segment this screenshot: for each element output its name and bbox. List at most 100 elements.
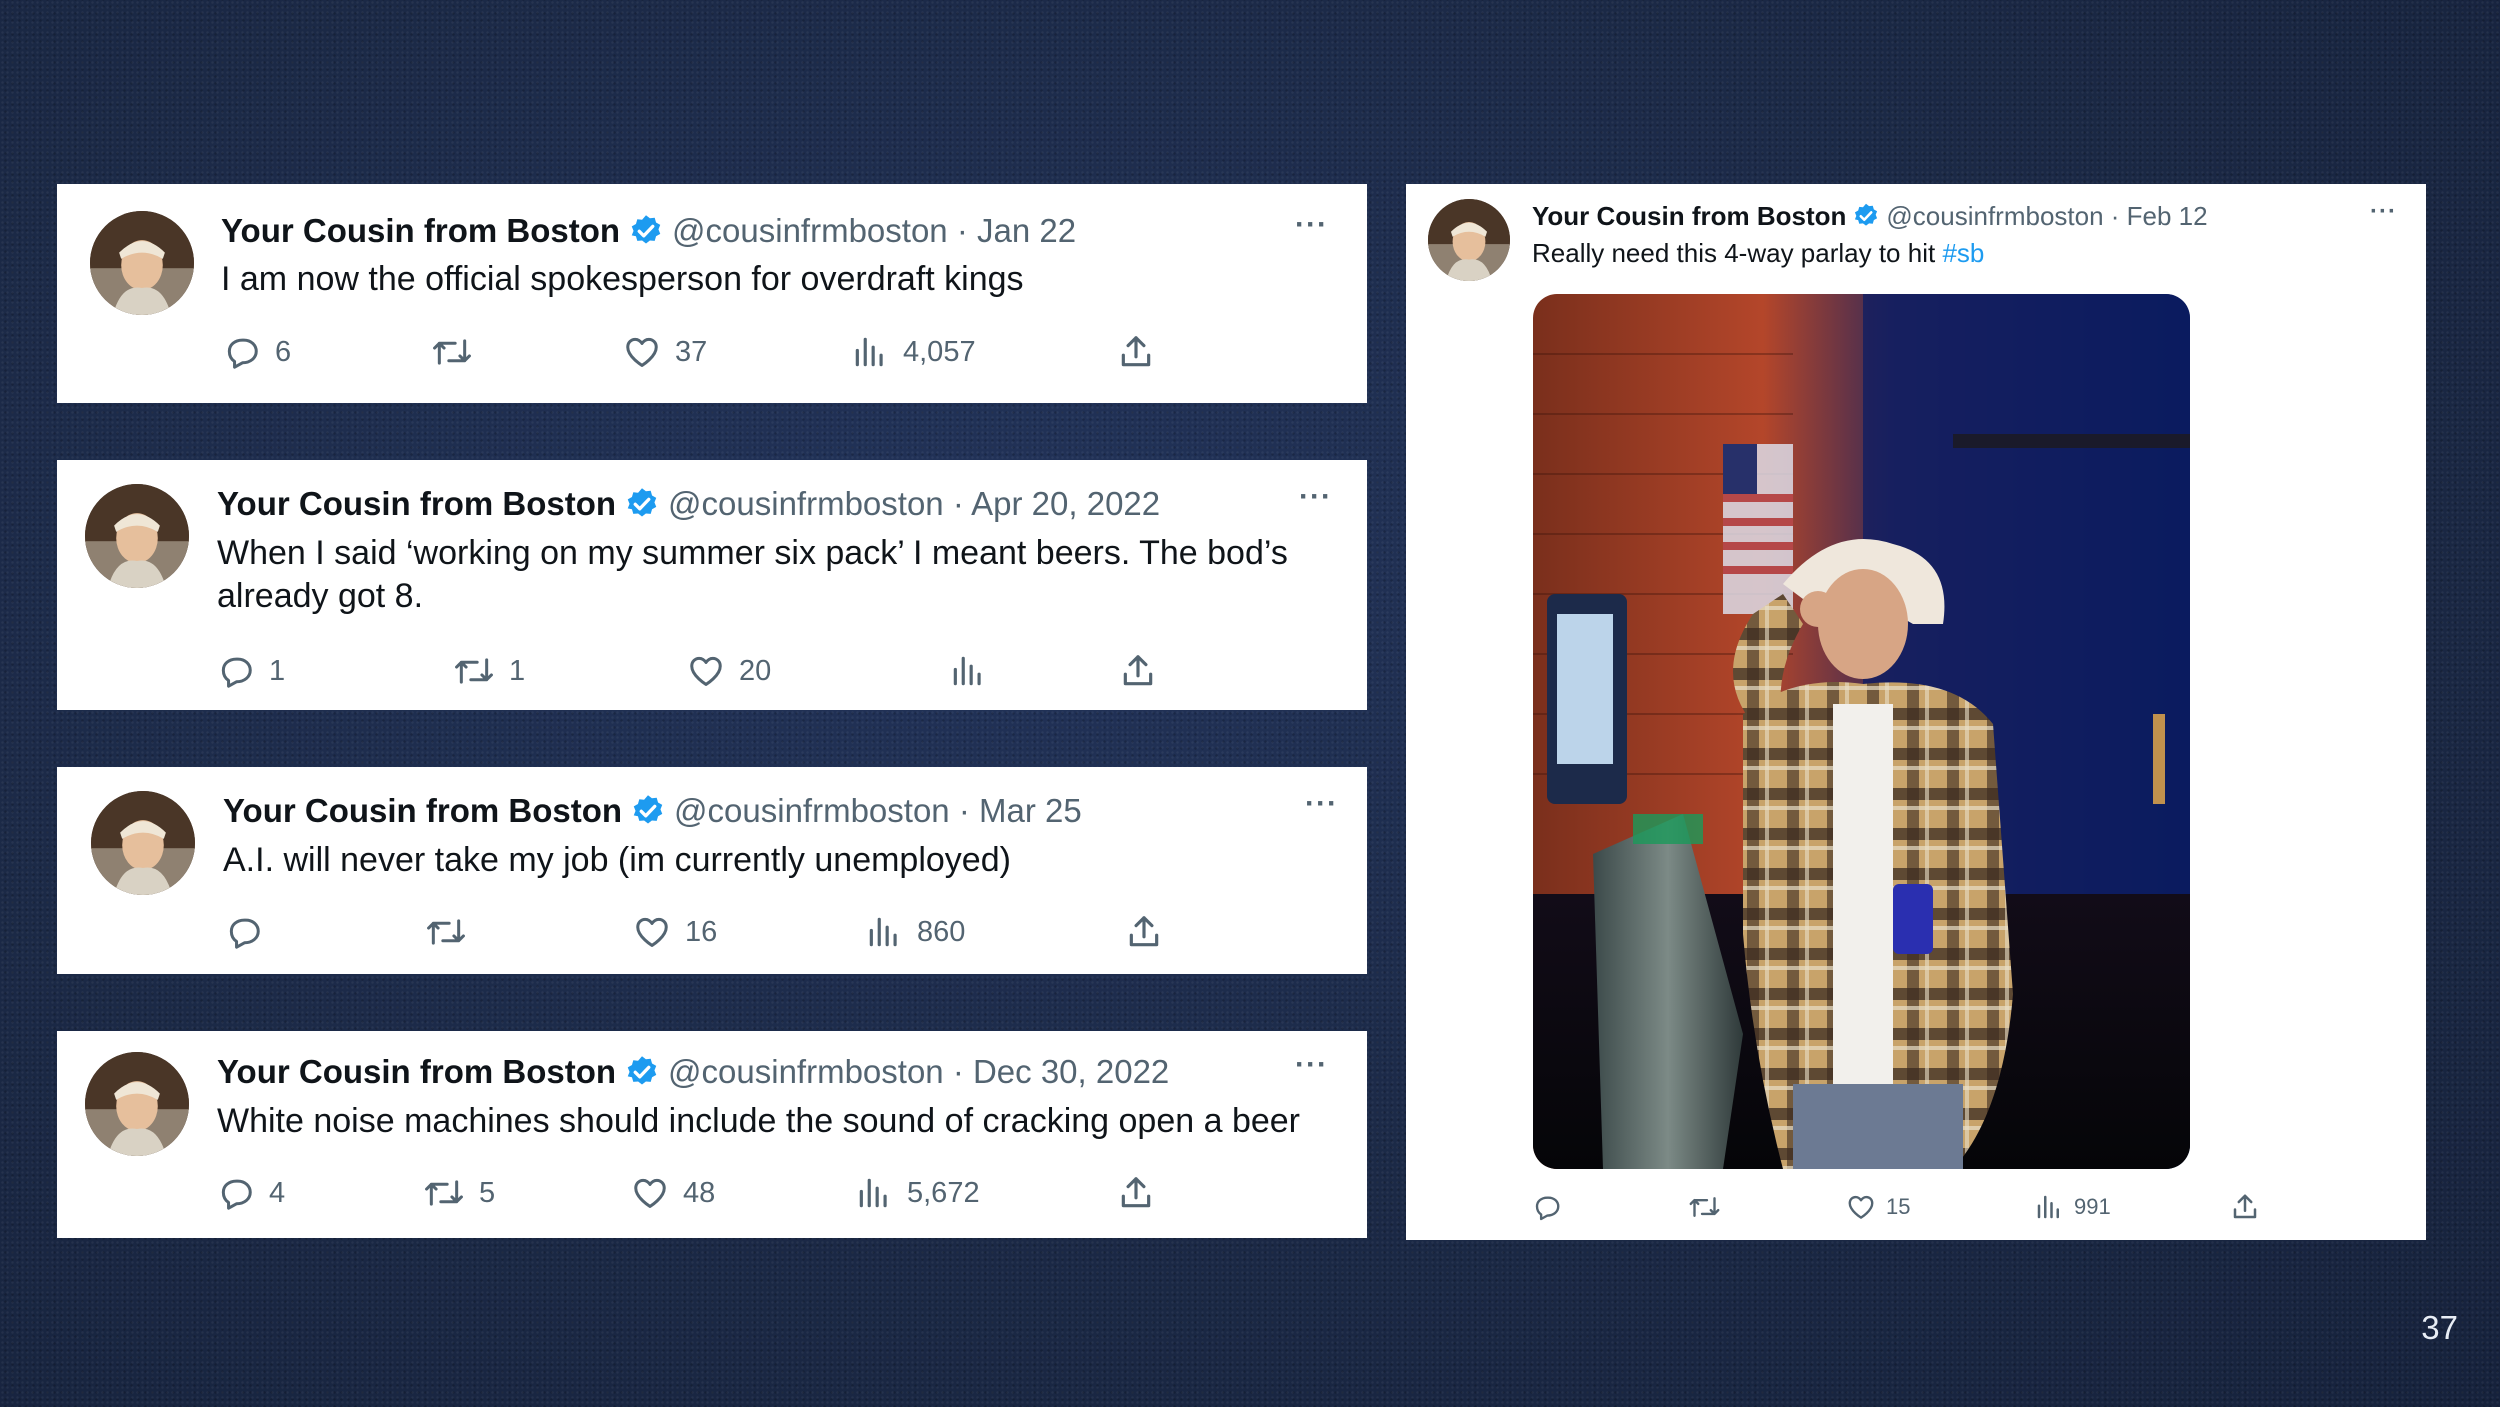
avatar[interactable] — [91, 791, 195, 895]
retweet-button[interactable] — [431, 330, 487, 374]
share-button[interactable] — [1117, 1171, 1155, 1215]
handle-and-date[interactable]: @cousinfrmboston · Apr 20, 2022 — [668, 485, 1160, 523]
slide-page-number: 37 — [2421, 1309, 2458, 1346]
more-dots-icon[interactable]: ··· — [1295, 208, 1328, 242]
verified-badge-icon — [628, 213, 664, 249]
tweet-card[interactable]: Your Cousin from Boston @cousinfrmboston… — [57, 460, 1367, 710]
views-icon — [2034, 1192, 2064, 1222]
like-button[interactable]: 20 — [687, 649, 771, 693]
reply-icon — [225, 913, 263, 951]
views-count: 4,057 — [903, 335, 976, 368]
like-count: 37 — [675, 335, 708, 368]
heart-icon — [687, 652, 725, 690]
reply-count: 1 — [269, 654, 286, 687]
views-button[interactable] — [949, 649, 1001, 693]
more-dots-icon[interactable]: ··· — [1305, 787, 1338, 821]
views-button[interactable]: 991 — [2034, 1190, 2111, 1224]
share-button[interactable] — [1119, 649, 1157, 693]
tweet-text-line: already got 8. — [217, 577, 424, 616]
reply-icon — [217, 1174, 255, 1212]
avatar[interactable] — [1428, 199, 1510, 281]
retweet-button[interactable]: 5 — [423, 1171, 495, 1215]
reply-count: 4 — [269, 1176, 286, 1209]
hashtag-link[interactable]: #sb — [1942, 238, 1984, 268]
views-count: 860 — [917, 915, 966, 948]
reply-icon — [223, 333, 261, 371]
views-count: 991 — [2074, 1194, 2111, 1219]
share-button[interactable] — [1117, 330, 1155, 374]
tweet-card-with-photo[interactable]: Your Cousin from Boston @cousinfrmboston… — [1406, 184, 2426, 1240]
views-button[interactable]: 860 — [865, 910, 965, 954]
views-icon — [865, 913, 903, 951]
tweet-header: Your Cousin from Boston @cousinfrmboston… — [217, 482, 1160, 526]
like-count: 15 — [1886, 1194, 1911, 1219]
share-button[interactable] — [2230, 1190, 2260, 1224]
reply-count: 6 — [275, 335, 292, 368]
reply-button[interactable]: 1 — [217, 649, 285, 693]
handle-and-date[interactable]: @cousinfrmboston · Feb 12 — [1886, 201, 2207, 232]
retweet-button[interactable] — [1688, 1190, 1731, 1224]
reply-button[interactable]: 4 — [217, 1171, 285, 1215]
share-icon — [1117, 1174, 1155, 1212]
share-icon — [2230, 1192, 2260, 1222]
handle-and-date[interactable]: @cousinfrmboston · Jan 22 — [672, 212, 1076, 250]
author-name[interactable]: Your Cousin from Boston — [223, 792, 622, 830]
share-button[interactable] — [1125, 910, 1163, 954]
views-icon — [851, 333, 889, 371]
retweet-icon — [453, 652, 495, 690]
verified-badge-icon — [624, 1054, 660, 1090]
avatar[interactable] — [85, 1052, 189, 1156]
retweet-icon — [1688, 1192, 1721, 1222]
reply-button[interactable]: 6 — [223, 330, 291, 374]
verified-badge-icon — [630, 793, 666, 829]
views-icon — [855, 1174, 893, 1212]
tweet-text: A.I. will never take my job (im currentl… — [223, 841, 1011, 879]
like-count: 16 — [685, 915, 718, 948]
retweet-count: 1 — [509, 654, 526, 687]
like-button[interactable]: 16 — [633, 910, 717, 954]
author-name[interactable]: Your Cousin from Boston — [217, 485, 616, 523]
tweet-text: Really need this 4-way parlay to hit #sb — [1532, 237, 1984, 270]
more-dots-icon[interactable]: ··· — [1295, 1048, 1328, 1082]
tweet-card[interactable]: Your Cousin from Boston @cousinfrmboston… — [57, 1031, 1367, 1238]
handle-and-date[interactable]: @cousinfrmboston · Dec 30, 2022 — [668, 1053, 1169, 1091]
reply-icon — [1532, 1192, 1562, 1222]
tweet-photo[interactable] — [1533, 294, 2190, 1169]
tweet-header: Your Cousin from Boston @cousinfrmboston… — [221, 209, 1076, 253]
more-dots-icon[interactable]: ··· — [1299, 480, 1332, 514]
retweet-button[interactable]: 1 — [453, 649, 525, 693]
heart-icon — [631, 1174, 669, 1212]
reply-button[interactable] — [225, 910, 277, 954]
tweet-text: When I said ‘working on my summer six pa… — [217, 532, 1288, 618]
like-button[interactable]: 37 — [623, 330, 707, 374]
reply-button[interactable] — [1532, 1190, 1572, 1224]
like-button[interactable]: 15 — [1846, 1190, 1910, 1224]
verified-badge-icon — [1852, 202, 1880, 230]
tweet-text-body: Really need this 4-way parlay to hit — [1532, 238, 1943, 268]
views-button[interactable]: 4,057 — [851, 330, 976, 374]
tweet-card[interactable]: Your Cousin from Boston @cousinfrmboston… — [57, 767, 1367, 974]
retweet-button[interactable] — [425, 910, 481, 954]
heart-icon — [1846, 1192, 1876, 1222]
retweet-icon — [423, 1174, 465, 1212]
heart-icon — [633, 913, 671, 951]
avatar[interactable] — [85, 484, 189, 588]
heart-icon — [623, 333, 661, 371]
tweet-header: Your Cousin from Boston @cousinfrmboston… — [223, 789, 1082, 833]
author-name[interactable]: Your Cousin from Boston — [217, 1053, 616, 1091]
handle-and-date[interactable]: @cousinfrmboston · Mar 25 — [674, 792, 1082, 830]
more-dots-icon[interactable]: ··· — [2370, 198, 2397, 226]
author-name[interactable]: Your Cousin from Boston — [1532, 201, 1846, 232]
tweet-card[interactable]: Your Cousin from Boston @cousinfrmboston… — [57, 184, 1367, 403]
avatar[interactable] — [90, 211, 194, 315]
views-count: 5,672 — [907, 1176, 980, 1209]
like-button[interactable]: 48 — [631, 1171, 715, 1215]
views-button[interactable]: 5,672 — [855, 1171, 980, 1215]
author-name[interactable]: Your Cousin from Boston — [221, 212, 620, 250]
tweet-header: Your Cousin from Boston @cousinfrmboston… — [1532, 199, 2208, 233]
verified-badge-icon — [624, 486, 660, 522]
share-icon — [1125, 913, 1163, 951]
tweet-text-line: When I said ‘working on my summer six pa… — [217, 534, 1288, 572]
retweet-icon — [425, 913, 467, 951]
tweet-text: White noise machines should include the … — [217, 1102, 1301, 1140]
